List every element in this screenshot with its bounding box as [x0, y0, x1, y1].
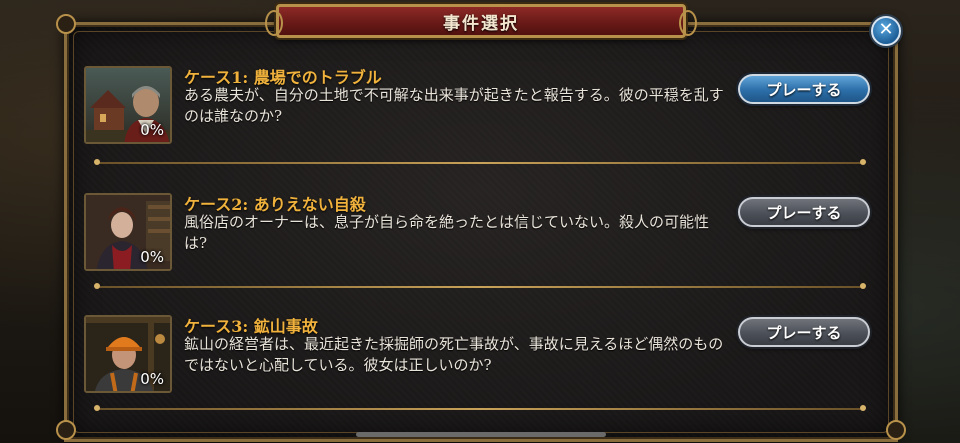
close-icon: ✕	[878, 19, 894, 40]
case-item-2: 0% ケース2: ありえない自殺 風俗店のオーナーは、息子が自ら命を絶ったとは信…	[84, 193, 870, 273]
progress-percent: 0%	[140, 248, 164, 266]
case-description: 鉱山の経営者は、最近起きた採掘師の死亡事故が、事故に見えるほど偶然のものではない…	[184, 335, 724, 374]
case-thumbnail[interactable]: 0%	[84, 315, 172, 393]
title-banner: 事件選択	[265, 4, 697, 38]
case-thumbnail[interactable]: 0%	[84, 66, 172, 144]
divider	[94, 405, 866, 411]
scrollbar[interactable]	[356, 432, 606, 437]
progress-percent: 0%	[140, 370, 164, 388]
corner-ornament	[56, 420, 76, 440]
corner-ornament	[886, 420, 906, 440]
page-title: 事件選択	[443, 13, 519, 34]
case-thumbnail[interactable]: 0%	[84, 193, 172, 271]
corner-ornament	[56, 14, 76, 34]
play-button[interactable]: プレーする	[738, 197, 870, 227]
case-item-1: 0% ケース1: 農場でのトラブル ある農夫が、自分の土地で不可解な出来事が起き…	[84, 66, 870, 146]
divider	[94, 159, 866, 165]
play-button[interactable]: プレーする	[738, 317, 870, 347]
progress-percent: 0%	[140, 121, 164, 139]
case-description: 風俗店のオーナーは、息子が自ら命を絶ったとは信じていない。殺人の可能性は?	[184, 213, 710, 252]
play-button[interactable]: プレーする	[738, 74, 870, 104]
case-description: ある農夫が、自分の土地で不可解な出来事が起きたと報告する。彼の平穏を乱すのは誰な…	[184, 86, 724, 125]
divider	[94, 283, 866, 289]
close-button[interactable]: ✕	[871, 16, 901, 46]
case-item-3: 0% ケース3: 鉱山事故 鉱山の経営者は、最近起きた採掘師の死亡事故が、事故に…	[84, 315, 870, 395]
